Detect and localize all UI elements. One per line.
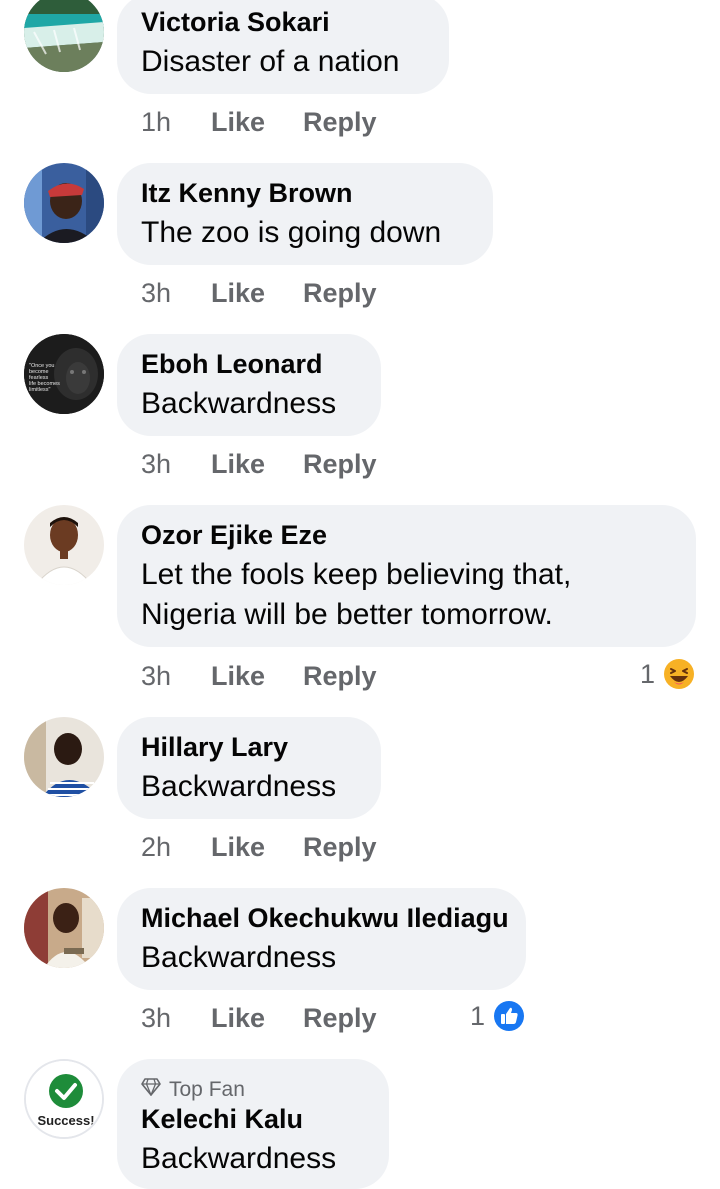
reply-button[interactable]: Reply: [303, 448, 377, 480]
comment-author[interactable]: Hillary Lary: [141, 731, 288, 763]
reply-button[interactable]: Reply: [303, 660, 377, 692]
avatar[interactable]: [24, 0, 104, 72]
reaction-count: 1: [470, 1001, 486, 1031]
comment-timestamp[interactable]: 2h: [141, 831, 171, 863]
avatar[interactable]: [24, 717, 104, 797]
svg-text:limitless": limitless": [29, 387, 51, 393]
comment-author[interactable]: Michael Okechukwu Ilediagu: [141, 902, 509, 934]
comment-bubble: Michael Okechukwu Ilediagu Backwardness: [117, 888, 526, 990]
avatar-person-image: [24, 717, 104, 797]
avatar-waterfall-image: [24, 0, 104, 72]
comment-bubble: Hillary Lary Backwardness: [117, 717, 381, 819]
avatar-person-image: [24, 888, 104, 968]
reaction-summary[interactable]: 1: [640, 658, 695, 690]
comment-timestamp[interactable]: 3h: [141, 1002, 171, 1034]
like-reaction-icon: [493, 1000, 525, 1032]
comment-text: Backwardness: [141, 770, 337, 803]
reply-button[interactable]: Reply: [303, 831, 377, 863]
avatar-person-image: [24, 163, 104, 243]
comment-bubble: Ozor Ejike Eze Let the fools keep believ…: [117, 505, 696, 647]
comment-text: Backwardness: [141, 941, 337, 974]
comment-text-line: Nigeria will be better tomorrow.: [141, 598, 553, 631]
avatar[interactable]: Success!: [24, 1059, 104, 1139]
comment-thread: Victoria Sokari Disaster of a nation 1h …: [0, 0, 720, 1189]
comment-author[interactable]: Itz Kenny Brown: [141, 177, 353, 209]
diamond-icon: [141, 1077, 161, 1103]
like-button[interactable]: Like: [211, 448, 265, 480]
comment-bubble: Top Fan Kelechi Kalu Backwardness: [117, 1059, 389, 1189]
comment-author[interactable]: Victoria Sokari: [141, 6, 330, 38]
like-button[interactable]: Like: [211, 106, 265, 138]
like-button[interactable]: Like: [211, 660, 265, 692]
like-button[interactable]: Like: [211, 277, 265, 309]
comment-bubble: Victoria Sokari Disaster of a nation: [117, 0, 449, 94]
avatar-lion-quote-image: "Once you become fearless life becomes l…: [24, 334, 104, 414]
top-fan-badge[interactable]: Top Fan: [141, 1077, 245, 1103]
comment-timestamp[interactable]: 3h: [141, 277, 171, 309]
comment-timestamp[interactable]: 1h: [141, 106, 171, 138]
reply-button[interactable]: Reply: [303, 106, 377, 138]
comment-text: Backwardness: [141, 1142, 337, 1175]
avatar[interactable]: [24, 505, 104, 585]
avatar[interactable]: [24, 888, 104, 968]
comment-text: The zoo is going down: [141, 216, 442, 249]
avatar[interactable]: [24, 163, 104, 243]
reaction-summary[interactable]: 1: [470, 1000, 525, 1032]
comment-author[interactable]: Eboh Leonard: [141, 348, 323, 380]
like-button[interactable]: Like: [211, 1002, 265, 1034]
comment-text-line: Let the fools keep believing that,: [141, 558, 572, 591]
comment-timestamp[interactable]: 3h: [141, 660, 171, 692]
comment-bubble: Itz Kenny Brown The zoo is going down: [117, 163, 493, 265]
comment-timestamp[interactable]: 3h: [141, 448, 171, 480]
comment-author[interactable]: Ozor Ejike Eze: [141, 519, 327, 551]
avatar-person-image: [24, 505, 104, 585]
comment-text: Backwardness: [141, 387, 337, 420]
badge-label: Top Fan: [169, 1078, 245, 1101]
comment-author[interactable]: Kelechi Kalu: [141, 1103, 303, 1135]
comment-text: Disaster of a nation: [141, 45, 400, 78]
avatar-caption: Success!: [37, 1113, 95, 1128]
like-button[interactable]: Like: [211, 831, 265, 863]
reply-button[interactable]: Reply: [303, 277, 377, 309]
laugh-reaction-icon: [663, 658, 695, 690]
reaction-count: 1: [640, 659, 656, 689]
comment-bubble: Eboh Leonard Backwardness: [117, 334, 381, 436]
avatar[interactable]: "Once you become fearless life becomes l…: [24, 334, 104, 414]
reply-button[interactable]: Reply: [303, 1002, 377, 1034]
